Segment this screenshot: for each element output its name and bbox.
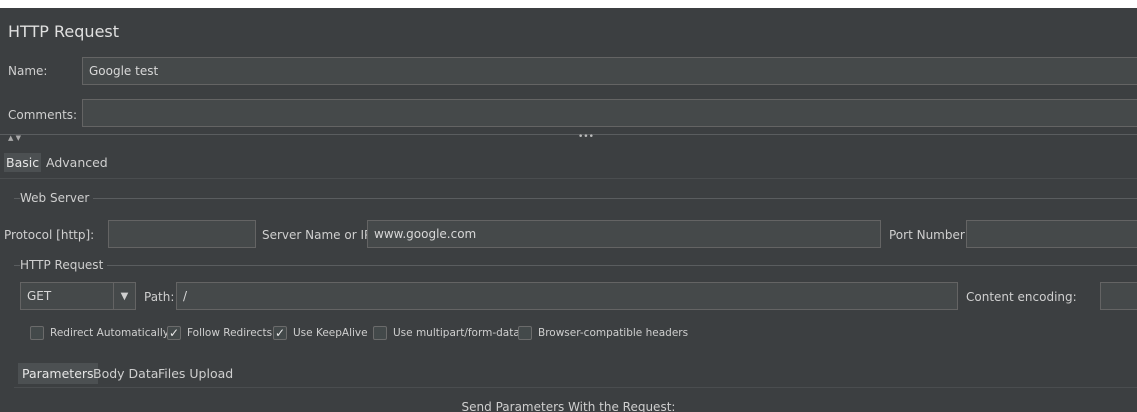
subtabs-divider [14,387,1137,388]
comments-field[interactable] [82,99,1137,127]
check-icon: ✓ [274,326,286,340]
redirect-automatically-checkbox[interactable] [30,326,44,340]
splitter-line [0,134,1137,135]
use-keepalive-checkbox[interactable]: ✓ [273,326,287,340]
method-value: GET [27,289,52,303]
path-field[interactable]: / [176,282,958,310]
protocol-field[interactable] [108,220,256,248]
parameters-heading: Send Parameters With the Request: [461,400,676,412]
follow-redirects-checkbox[interactable]: ✓ [167,326,181,340]
path-label: Path: [144,290,175,304]
port-number-label: Port Number: [889,228,969,242]
use-multipart-checkbox[interactable] [373,326,387,340]
name-label: Name: [8,64,48,78]
use-multipart-label: Use multipart/form-data [393,327,520,339]
tab-body-data[interactable]: Body Data [93,366,158,381]
tab-parameters[interactable]: Parameters [18,363,98,384]
browser-compatible-headers-checkbox[interactable] [518,326,532,340]
tab-files-upload[interactable]: Files Upload [158,366,233,381]
protocol-label: Protocol [http]: [4,228,95,242]
tabs-divider [0,178,1137,179]
use-keepalive-label: Use KeepAlive [293,327,368,339]
web-server-group-title: Web Server [20,191,94,205]
comments-label: Comments: [8,108,78,122]
content-encoding-label: Content encoding: [966,290,1077,304]
http-request-panel: HTTP Request Name: Google test Comments:… [0,8,1137,412]
chevron-down-icon[interactable]: ▼ [113,283,135,309]
name-field[interactable]: Google test [82,57,1137,85]
http-request-group-title: HTTP Request [20,258,108,272]
server-name-field[interactable]: www.google.com [367,220,881,248]
content-encoding-field[interactable] [1100,282,1137,310]
panel-title: HTTP Request [8,22,120,41]
check-icon: ✓ [168,326,180,340]
web-server-group-border [14,198,1137,199]
tab-basic[interactable]: Basic [4,153,42,172]
method-select[interactable]: GET ▼ [20,282,136,310]
http-request-group-border [14,265,1137,266]
port-number-field[interactable] [966,220,1137,248]
follow-redirects-label: Follow Redirects [187,327,273,339]
browser-compatible-headers-label: Browser-compatible headers [538,327,689,339]
tab-advanced[interactable]: Advanced [46,155,108,170]
server-name-label: Server Name or IP: [262,228,376,242]
splitter-handle-icon[interactable]: ••• [578,132,594,142]
redirect-automatically-label: Redirect Automatically [50,327,169,339]
splitter-arrows-icon[interactable]: ▲ ▼ [8,134,21,142]
